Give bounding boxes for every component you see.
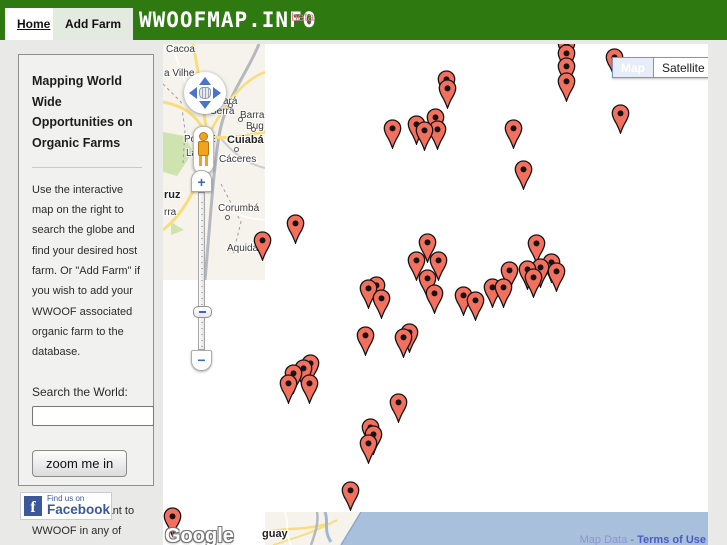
map-place-label: Cacoa [166,44,195,55]
map-attribution: Map Data - Terms of Use [580,534,706,545]
map-marker[interactable] [415,120,434,151]
map-marker[interactable] [356,325,375,356]
pan-hand-icon [199,87,211,99]
map-marker[interactable] [504,118,523,149]
zoom-slider-handle[interactable] [193,306,212,318]
site-title: WWOOFMAP.INFO [139,8,317,32]
tab-add-farm[interactable]: Add Farm [53,8,134,40]
map-place-label: Cuiabá [227,134,264,146]
map-marker[interactable] [359,433,378,464]
tab-home-label: Home [17,17,51,31]
beta-badge: beta [291,10,315,24]
attribution-separator: - [627,534,638,545]
google-logo[interactable]: Google [165,525,234,545]
pan-right-arrow[interactable] [213,87,221,99]
map-marker[interactable] [547,261,566,292]
pan-control[interactable] [184,72,226,114]
map-canvas[interactable]: Cacoaa VilhearáSerraBarraBugPoELaCuiabáC… [163,44,708,545]
map-type-control: Map Satellite [612,57,708,78]
town-dot-icon [228,103,233,108]
map-marker[interactable] [611,103,630,134]
page: Home Add Farm WWOOFMAP.INFO beta Mapping… [0,0,727,545]
map-marker[interactable] [383,118,402,149]
facebook-badge[interactable]: f Find us on Facebook [20,492,112,520]
search-label: Search the World: [32,384,128,399]
map-place-label: guay [262,528,288,540]
sidebar-heading: Mapping World Wide Opportunities on Orga… [32,74,133,150]
sidebar-divider [32,166,142,168]
zoom-out-button[interactable]: − [191,350,212,371]
map-marker[interactable] [279,373,298,404]
map-marker[interactable] [425,283,444,314]
map-place-label: ruz [164,189,181,201]
map-marker[interactable] [494,277,513,308]
map-data-text: Map Data [579,534,628,545]
map-place-label: rra [164,207,177,218]
map-type-satellite-button[interactable]: Satellite [654,58,708,77]
map-marker[interactable] [524,267,543,298]
pegman-control[interactable] [193,126,214,174]
town-dot-icon [225,215,230,220]
map-marker[interactable] [466,290,485,321]
facebook-badge-text: Find us on Facebook [47,494,111,518]
map-marker[interactable] [514,159,533,190]
zoom-me-in-button[interactable]: zoom me in [32,449,128,477]
map-place-label: Corumbá [218,203,260,214]
map-marker[interactable] [389,392,408,423]
map-marker[interactable] [372,288,391,319]
pan-left-arrow[interactable] [189,87,197,99]
pan-down-arrow[interactable] [199,101,211,109]
map-marker[interactable] [300,373,319,404]
pegman-icon [199,132,208,141]
map-marker[interactable] [286,213,305,244]
town-dot-icon [234,147,239,152]
zoom-slider-ticks [201,197,203,347]
map-marker[interactable] [253,230,272,261]
map-place-label: Cáceres [219,154,257,165]
tab-add-farm-label: Add Farm [65,17,122,31]
map-marker[interactable] [341,480,360,511]
pan-up-arrow[interactable] [199,77,211,85]
header-bar: Home Add Farm WWOOFMAP.INFO beta [0,0,727,40]
map-place-label: Barra [240,110,265,121]
map-marker[interactable] [394,327,413,358]
map-marker[interactable] [557,71,576,102]
search-input[interactable] [32,405,154,426]
zoom-slider-track[interactable] [198,192,205,350]
terms-of-use-link[interactable]: Terms of Use [637,534,706,545]
map-marker[interactable] [438,78,457,109]
map-type-map-button[interactable]: Map [613,58,654,77]
facebook-icon: f [24,496,42,516]
town-dot-icon [251,127,256,132]
facebook-wordmark: Facebook [47,502,111,518]
town-dot-icon [238,117,243,122]
sidebar-panel: Mapping World Wide Opportunities on Orga… [18,54,154,537]
zoom-in-button[interactable]: + [191,170,212,192]
sidebar-intro-text: Use the interactive map on the right to … [32,183,141,359]
